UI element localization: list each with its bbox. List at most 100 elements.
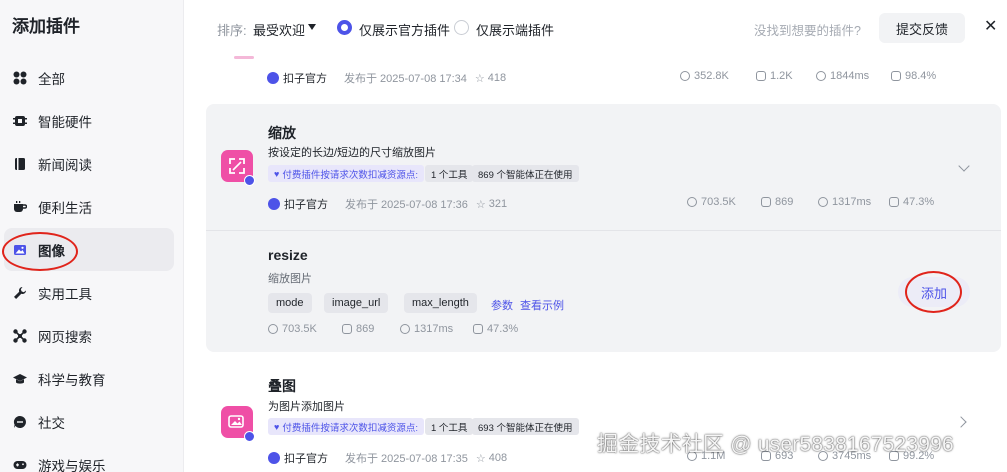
plugin-icon-partial [234, 56, 254, 59]
bot-icon [342, 324, 352, 334]
star-icon[interactable]: ☆ [476, 452, 486, 465]
latency-stat: 1317ms [818, 196, 871, 208]
paid-plugin-tag: ♥ 付费插件按请求次数扣减资源点: [268, 165, 424, 182]
gamepad-icon [13, 458, 27, 472]
sidebar-item-label: 实用工具 [38, 286, 92, 302]
sidebar-item-all[interactable]: 全部 [0, 56, 184, 99]
tool-count-tag: 1 个工具 [425, 165, 474, 182]
plugin-card-resize[interactable] [206, 104, 1001, 352]
graduation-icon [13, 372, 27, 386]
device-only-radio[interactable] [454, 20, 469, 35]
highlight-ring [2, 232, 78, 271]
bots-stat: 869 [761, 196, 793, 208]
chart-icon [889, 197, 899, 207]
official-only-radio[interactable] [337, 20, 352, 35]
coze-logo-icon [268, 452, 280, 464]
calls-stat: 703.5K [687, 196, 736, 208]
coze-logo-icon [267, 72, 279, 84]
sidebar-item-label: 全部 [38, 71, 65, 87]
sidebar-item-science[interactable]: 科学与教育 [0, 357, 184, 400]
network-icon [13, 328, 27, 343]
close-icon[interactable]: ✕ [984, 16, 997, 36]
highlight-ring [905, 271, 962, 313]
success-stat: 47.3% [889, 196, 934, 208]
grid-icon [13, 71, 27, 85]
example-link[interactable]: 查看示例 [520, 297, 564, 313]
sort-label: 排序: [217, 23, 247, 38]
sidebar-item-life[interactable]: 便利生活 [0, 185, 184, 228]
agents-count-tag: 869 个智能体正在使用 [472, 165, 579, 182]
sidebar-item-news[interactable]: 新闻阅读 [0, 142, 184, 185]
tool-desc: 缩放图片 [268, 273, 312, 285]
sidebar-item-label: 社交 [38, 415, 65, 431]
chevron-right-icon[interactable] [955, 416, 967, 428]
sidebar-item-social[interactable]: 社交 [0, 400, 184, 443]
timer-icon [818, 197, 828, 207]
calls-stat: 703.5K [268, 323, 317, 335]
plugin-title: 叠图 [268, 378, 296, 394]
caret-down-icon[interactable] [308, 24, 316, 30]
params-link[interactable]: 参数 [491, 297, 513, 313]
bot-icon [756, 71, 766, 81]
agents-count-tag: 693 个智能体正在使用 [472, 418, 579, 435]
tool-name: resize [268, 247, 308, 263]
calls-stat: 352.8K [680, 70, 729, 82]
timer-icon [816, 71, 826, 81]
book-icon [13, 157, 27, 171]
official-badge-icon [244, 431, 255, 442]
bot-icon [761, 197, 771, 207]
device-only-label[interactable]: 仅展示端插件 [476, 20, 554, 39]
diamond-icon: ♥ [274, 168, 280, 179]
tool-count-tag: 1 个工具 [425, 418, 474, 435]
sidebar-item-label: 游戏与娱乐 [38, 458, 106, 472]
card-divider [206, 230, 1001, 231]
clock-calls-icon [687, 197, 697, 207]
feedback-button[interactable]: 提交反馈 [879, 13, 965, 43]
plugin-title: 缩放 [268, 125, 296, 141]
sidebar-item-label: 科学与教育 [38, 372, 106, 388]
diamond-icon: ♥ [274, 421, 280, 432]
category-sidebar: 添加插件 全部 智能硬件 新闻阅读 便利生活 图像 实用工具 网页搜索 科学与教… [0, 0, 184, 472]
sidebar-item-label: 便利生活 [38, 200, 92, 216]
clock-calls-icon [680, 71, 690, 81]
sidebar-item-utility[interactable]: 实用工具 [0, 271, 184, 314]
timer-icon [400, 324, 410, 334]
param-tag: image_url [324, 293, 389, 313]
sidebar-item-label: 网页搜索 [38, 329, 92, 345]
sidebar-item-hardware[interactable]: 智能硬件 [0, 99, 184, 142]
publisher-row: 扣子官方 发布于 2025-07-08 17:36 ☆ 321 [268, 196, 507, 212]
not-found-hint: 没找到想要的插件? [754, 24, 861, 38]
chart-icon [891, 71, 901, 81]
latency-stat: 1844ms [816, 70, 869, 82]
bots-stat: 869 [342, 323, 374, 335]
sort-dropdown[interactable]: 最受欢迎 [253, 20, 305, 39]
cup-icon [13, 200, 27, 214]
chat-icon [13, 415, 27, 429]
plugin-desc: 按设定的长边/短边的尺寸缩放图片 [268, 147, 437, 159]
publisher-row: 扣子官方 发布于 2025-07-08 17:34 ☆ 418 [267, 70, 506, 86]
param-tag: mode [268, 293, 312, 313]
sidebar-item-label: 智能硬件 [38, 114, 92, 130]
official-only-label[interactable]: 仅展示官方插件 [359, 20, 450, 39]
chart-icon [473, 324, 483, 334]
official-badge-icon [244, 175, 255, 186]
wrench-icon [13, 286, 27, 300]
sidebar-item-games[interactable]: 游戏与娱乐 [0, 443, 184, 472]
coze-logo-icon [268, 198, 280, 210]
plugin-desc: 为图片添加图片 [268, 401, 345, 413]
param-tag: max_length [404, 293, 477, 313]
clock-calls-icon [268, 324, 278, 334]
sidebar-item-web-search[interactable]: 网页搜索 [0, 314, 184, 357]
publisher-row: 扣子官方 发布于 2025-07-08 17:35 ☆ 408 [268, 450, 507, 466]
success-stat: 98.4% [891, 70, 936, 82]
paid-plugin-tag: ♥ 付费插件按请求次数扣减资源点: [268, 418, 424, 435]
sidebar-item-label: 新闻阅读 [38, 157, 92, 173]
dialog-title: 添加插件 [12, 17, 80, 36]
success-stat: 47.3% [473, 323, 518, 335]
chip-icon [13, 114, 27, 128]
star-icon[interactable]: ☆ [475, 72, 485, 85]
star-icon[interactable]: ☆ [476, 198, 486, 211]
latency-stat: 1317ms [400, 323, 453, 335]
plugin-list-panel: 排序: 最受欢迎 仅展示官方插件 仅展示端插件 没找到想要的插件? 提交反馈 ✕… [184, 0, 1007, 472]
add-plugin-dialog: 添加插件 全部 智能硬件 新闻阅读 便利生活 图像 实用工具 网页搜索 科学与教… [0, 0, 1007, 472]
